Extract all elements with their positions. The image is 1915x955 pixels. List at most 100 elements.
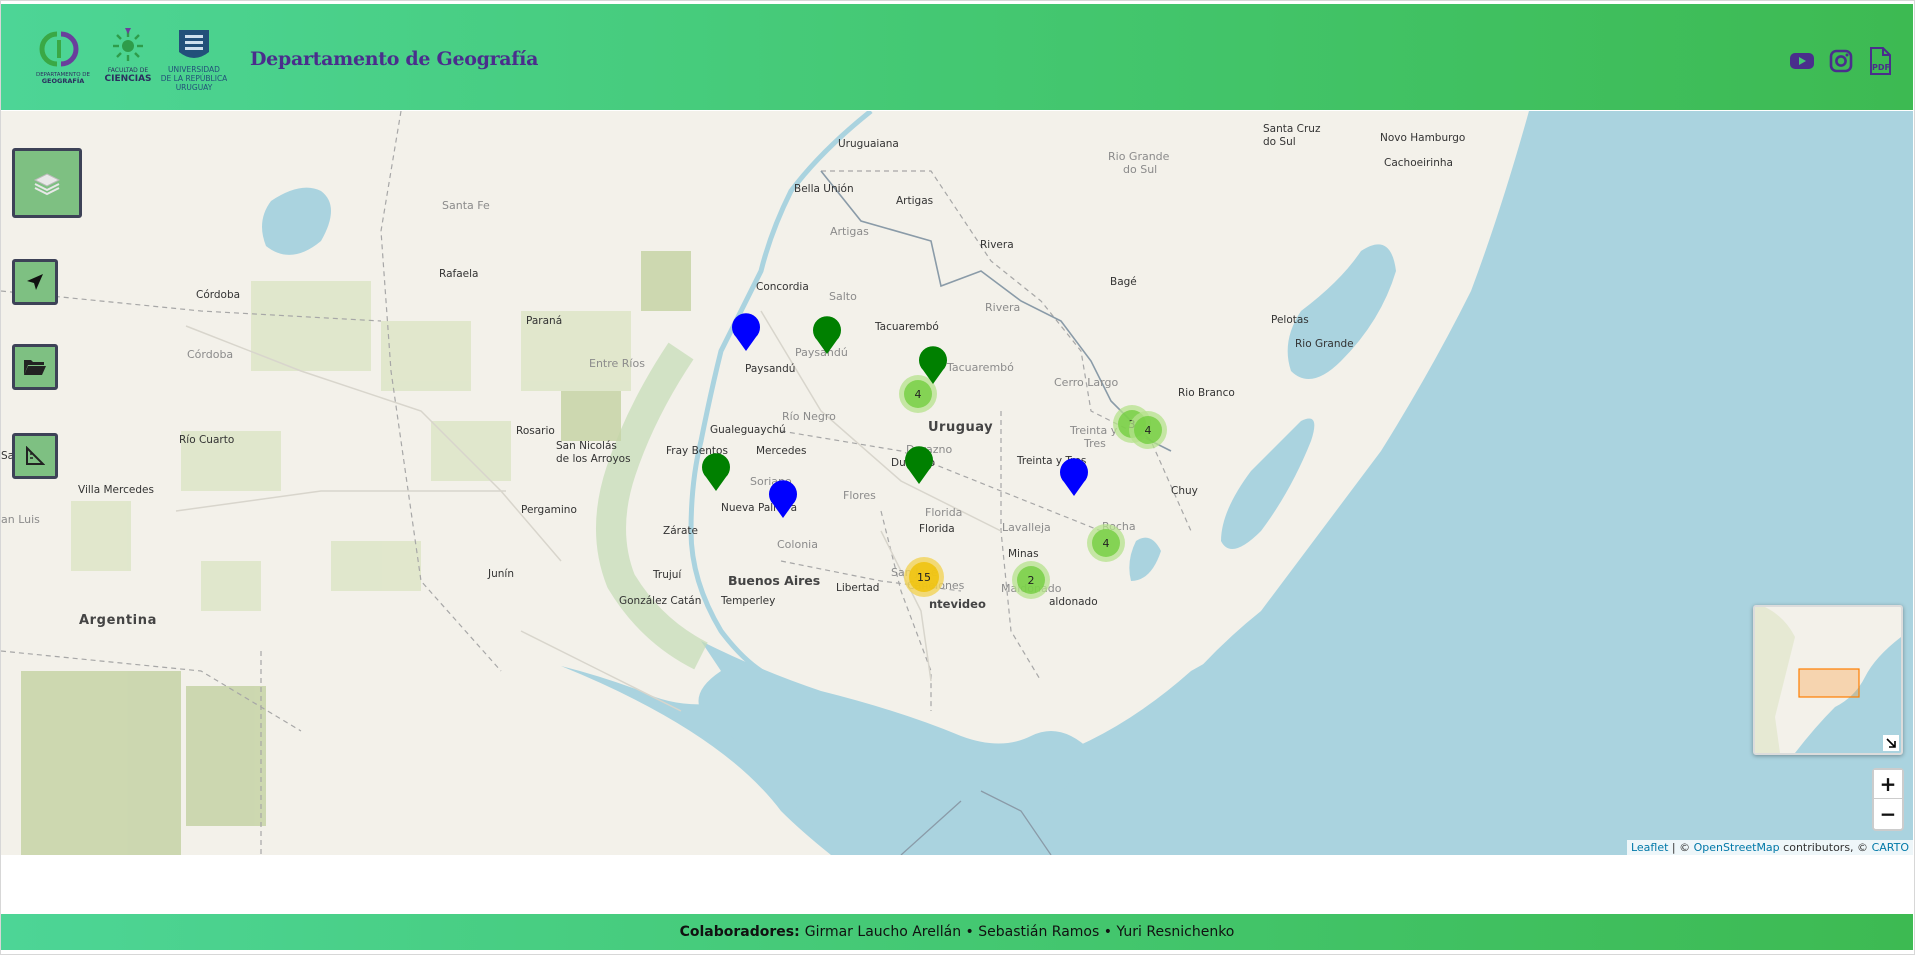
minimap-tiles[interactable]: [1755, 607, 1901, 753]
map-label: Bella Unión: [794, 183, 854, 195]
country-label-uruguay: Uruguay: [928, 420, 993, 435]
map-label: Córdoba: [196, 289, 240, 301]
map-label: San Nicolás: [556, 440, 617, 452]
zoom-control: + −: [1872, 768, 1904, 831]
locate-icon: [27, 274, 43, 290]
city-label-buenos-aires: Buenos Aires: [728, 573, 820, 588]
udelar-logo[interactable]: UNIVERSIDAD DE LA REPÚBLICA URUGUAY: [161, 26, 227, 96]
region-label: Rio Grande: [1108, 150, 1170, 163]
marker-cluster[interactable]: 4: [1129, 411, 1167, 449]
region-label: Treinta y: [1069, 424, 1118, 437]
marker-cluster[interactable]: 2: [1012, 561, 1050, 599]
map-label: Temperley: [720, 595, 775, 607]
map-label: Rio Grande: [1295, 338, 1354, 350]
region-label: do Sul: [1123, 163, 1157, 176]
marker-cluster[interactable]: 4: [1087, 524, 1125, 562]
region-label: Tacuarembó: [946, 361, 1014, 374]
country-label-argentina: Argentina: [79, 613, 157, 628]
map-label: Rio Branco: [1178, 387, 1235, 399]
city-label-montevideo: ntevideo: [929, 597, 986, 611]
map-label: Minas: [1008, 548, 1039, 560]
region-label: Río Negro: [782, 410, 836, 423]
map-label: Chuy: [1171, 485, 1198, 497]
map-label: Uruguaiana: [838, 138, 899, 150]
logo-udelar-line2: DE LA REPÚBLICA: [161, 74, 227, 83]
region-label: Florida: [925, 506, 962, 519]
region-label: Cerro Largo: [1054, 376, 1118, 389]
logo-udelar-line3: URUGUAY: [176, 83, 213, 92]
map-view[interactable]: Uruguaiana Santa Cruz do Sul Novo Hambur…: [1, 111, 1913, 855]
region-label: Córdoba: [187, 348, 233, 361]
attribution-sep: | ©: [1668, 841, 1694, 854]
minimap[interactable]: [1753, 605, 1903, 755]
region-label: Colonia: [777, 538, 818, 551]
measure-control[interactable]: [12, 433, 58, 479]
layers-control[interactable]: [12, 148, 82, 218]
leaflet-link[interactable]: Leaflet: [1631, 841, 1668, 854]
facultad-ciencias-logo[interactable]: FACULTAD DE CIENCIAS: [105, 26, 151, 90]
map-label: González Catán: [619, 595, 701, 607]
measure-icon: [26, 446, 45, 465]
region-label: Rivera: [985, 301, 1020, 314]
cluster-count: 2: [1028, 574, 1035, 587]
logo-dg-line2: GEOGRAFÍA: [42, 76, 85, 85]
map-label: Rosario: [516, 425, 555, 437]
cluster-count: 4: [1145, 424, 1152, 437]
folder-control[interactable]: [12, 344, 58, 390]
map-label: Novo Hamburgo: [1380, 132, 1465, 144]
logo-udelar-line1: UNIVERSIDAD: [168, 65, 220, 74]
region-label: Lavalleja: [1002, 521, 1051, 534]
pdf-icon[interactable]: PDF: [1865, 46, 1895, 76]
map-label: de los Arroyos: [556, 453, 631, 465]
map-label: Bagé: [1110, 276, 1137, 288]
zoom-in-button[interactable]: +: [1874, 770, 1902, 799]
footer-label: Colaboradores:: [679, 924, 800, 940]
marker-cluster[interactable]: 15: [904, 557, 944, 597]
cluster-count: 4: [1103, 537, 1110, 550]
region-label: Tres: [1083, 437, 1106, 450]
site-footer: Colaboradores: Girmar Laucho Arellán • S…: [1, 914, 1913, 950]
map-label: Tacuarembó: [874, 321, 939, 333]
map-label: Mercedes: [756, 445, 806, 457]
map-label: Río Cuarto: [179, 434, 234, 446]
map-label: Gualeguaychú: [710, 424, 786, 436]
map-label: Artigas: [896, 195, 933, 207]
zoom-out-button[interactable]: −: [1874, 799, 1902, 828]
pdf-icon-label: PDF: [1872, 63, 1890, 72]
basemap-tiles[interactable]: Uruguaiana Santa Cruz do Sul Novo Hambur…: [1, 111, 1913, 855]
departamento-geografia-logo[interactable]: DEPARTAMENTO DE GEOGRAFÍA: [35, 30, 91, 88]
carto-link[interactable]: CARTO: [1872, 841, 1909, 854]
locate-control[interactable]: [12, 259, 58, 305]
site-title[interactable]: Departamento de Geografía: [250, 48, 538, 70]
map-label: Santa Cruz: [1263, 123, 1321, 135]
cluster-count: 15: [917, 571, 931, 584]
youtube-icon[interactable]: [1787, 46, 1817, 76]
map-label: Paraná: [526, 315, 562, 327]
folder-icon: [24, 360, 46, 375]
map-label: do Sul: [1263, 136, 1296, 148]
map-label: Zárate: [663, 525, 698, 537]
region-label: Santa Fe: [442, 199, 490, 212]
region-label: Salto: [829, 290, 857, 303]
site-header: DEPARTAMENTO DE GEOGRAFÍA FACULTAD DE CI…: [1, 4, 1913, 110]
logo-fc-line2: CIENCIAS: [105, 74, 151, 84]
map-label: Florida: [919, 523, 955, 535]
map-label: Trujuí: [652, 569, 682, 581]
logo-fc-line1: FACULTAD DE: [108, 67, 148, 74]
map-label: aldonado: [1049, 596, 1098, 608]
region-label: Entre Ríos: [589, 357, 645, 370]
map-attribution: Leaflet | © OpenStreetMap contributors, …: [1626, 840, 1913, 855]
region-label: Paysandú: [795, 346, 848, 359]
cluster-count: 4: [915, 388, 922, 401]
map-label: Rivera: [980, 239, 1014, 251]
map-label: Rafaela: [439, 268, 478, 280]
region-label: Artigas: [830, 225, 869, 238]
footer-collaborators: Girmar Laucho Arellán • Sebastián Ramos …: [804, 924, 1235, 940]
map-label: Pelotas: [1271, 314, 1309, 326]
attribution-contributors: contributors, ©: [1779, 841, 1872, 854]
map-label: Cachoeirinha: [1384, 157, 1453, 169]
map-label: Villa Mercedes: [78, 484, 154, 496]
osm-link[interactable]: OpenStreetMap: [1694, 841, 1780, 854]
map-label: Libertad: [836, 582, 879, 594]
instagram-icon[interactable]: [1826, 46, 1856, 76]
